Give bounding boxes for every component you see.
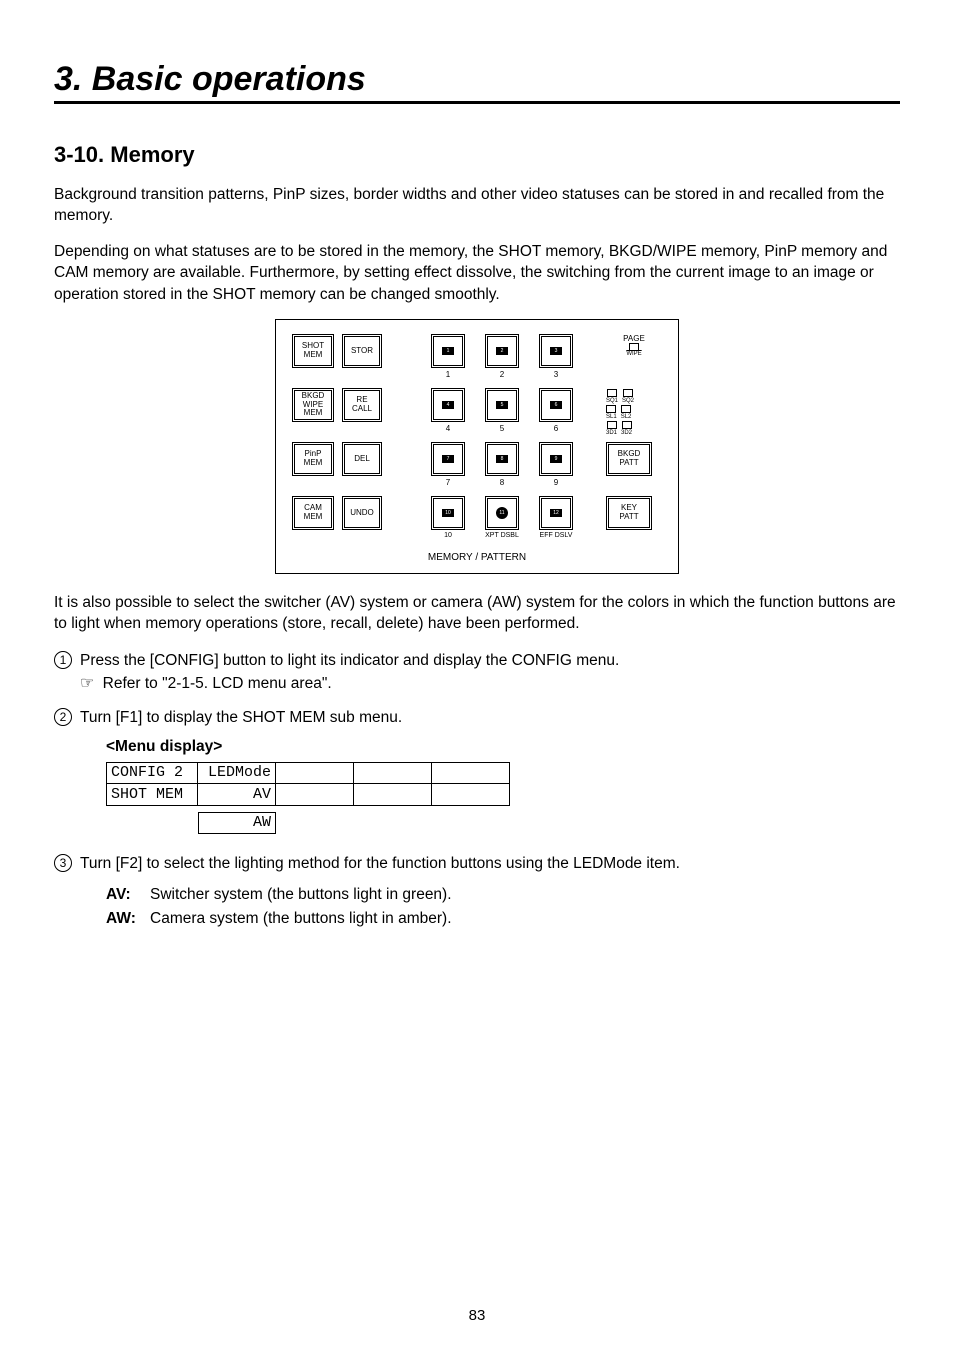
- pattern-label: 6: [536, 424, 576, 442]
- menu-r2c1: SHOT MEM: [106, 784, 198, 806]
- def-aw-val: Camera system (the buttons light in ambe…: [150, 907, 452, 931]
- pattern-label: 2: [482, 370, 522, 388]
- pattern-button: 9: [536, 442, 576, 478]
- step-1-text: Press the [CONFIG] button to light its i…: [80, 649, 900, 672]
- menu-r1c4: [354, 762, 432, 784]
- pattern-button: 1: [428, 334, 468, 370]
- menu-r1c5: [432, 762, 510, 784]
- mem-button: CAM MEM: [292, 496, 334, 530]
- chapter-title: 3. Basic operations: [54, 60, 900, 104]
- menu-r1c3: [276, 762, 354, 784]
- step-3: 3 Turn [F2] to select the lighting metho…: [54, 852, 900, 931]
- page-number: 83: [0, 1307, 954, 1324]
- pattern-label: XPT DSBL: [482, 532, 522, 550]
- intro-para-1: Background transition patterns, PinP siz…: [54, 184, 900, 227]
- menu-r2c3: [276, 784, 354, 806]
- mem-button: PinP MEM: [292, 442, 334, 476]
- para-after-panel: It is also possible to select the switch…: [54, 592, 900, 635]
- pattern-label: EFF DSLV: [536, 532, 576, 550]
- step-number-2: 2: [54, 708, 72, 726]
- step-number-3: 3: [54, 854, 72, 872]
- op-button: UNDO: [342, 496, 382, 530]
- pattern-label: 7: [428, 478, 468, 496]
- pattern-button: 3: [536, 334, 576, 370]
- panel-caption: MEMORY / PATTERN: [292, 552, 662, 563]
- pattern-button: 7: [428, 442, 468, 478]
- menu-r2c2: AV: [198, 784, 276, 806]
- menu-r1c1: CONFIG 2: [106, 762, 198, 784]
- step-1-ref: Refer to "2-1-5. LCD menu area".: [103, 675, 332, 692]
- menu-display-heading: <Menu display>: [106, 735, 900, 758]
- step-2-text: Turn [F1] to display the SHOT MEM sub me…: [80, 706, 900, 729]
- section-heading: 3-10. Memory: [54, 142, 900, 168]
- pattern-button: 10: [428, 496, 468, 532]
- pattern-button: 11: [482, 496, 522, 532]
- step-1: 1 Press the [CONFIG] button to light its…: [54, 649, 900, 696]
- menu-r2c5: [432, 784, 510, 806]
- mem-button: BKGD WIPE MEM: [292, 388, 334, 422]
- step-2: 2 Turn [F1] to display the SHOT MEM sub …: [54, 706, 900, 842]
- pattern-button: 6: [536, 388, 576, 424]
- pattern-label: 10: [428, 532, 468, 550]
- legend-block: SQ1SQ2SL1SL23D13D2: [606, 388, 662, 424]
- pattern-button: 4: [428, 388, 468, 424]
- op-button: DEL: [342, 442, 382, 476]
- bkgd-patt-button: BKGD PATT: [606, 442, 652, 476]
- control-panel-figure: SHOT MEMSTOR123123BKGD WIPE MEMRE CALL45…: [275, 319, 679, 574]
- intro-para-2: Depending on what statuses are to be sto…: [54, 241, 900, 305]
- pattern-label: 9: [536, 478, 576, 496]
- pattern-label: 1: [428, 370, 468, 388]
- menu-r3c2: AW: [198, 812, 276, 834]
- page-indicator: PAGEWIPE: [606, 334, 662, 370]
- def-av-key: AV:: [106, 883, 142, 907]
- pattern-button: 8: [482, 442, 522, 478]
- op-button: RE CALL: [342, 388, 382, 422]
- pattern-label: 3: [536, 370, 576, 388]
- menu-r1c2: LEDMode: [198, 762, 276, 784]
- mem-button: SHOT MEM: [292, 334, 334, 368]
- def-av-val: Switcher system (the buttons light in gr…: [150, 883, 452, 907]
- step-3-text: Turn [F2] to select the lighting method …: [80, 852, 900, 875]
- pattern-button: 5: [482, 388, 522, 424]
- pattern-label: 5: [482, 424, 522, 442]
- menu-r2c4: [354, 784, 432, 806]
- menu-display-table: CONFIG 2 LEDMode SHOT MEM AV: [106, 762, 510, 834]
- step-number-1: 1: [54, 651, 72, 669]
- op-button: STOR: [342, 334, 382, 368]
- pattern-button: 12: [536, 496, 576, 532]
- pattern-button: 2: [482, 334, 522, 370]
- pattern-label: 4: [428, 424, 468, 442]
- pattern-label: 8: [482, 478, 522, 496]
- def-aw-key: AW:: [106, 907, 142, 931]
- key-patt-button: KEY PATT: [606, 496, 652, 530]
- pointer-icon: ☞: [80, 675, 94, 692]
